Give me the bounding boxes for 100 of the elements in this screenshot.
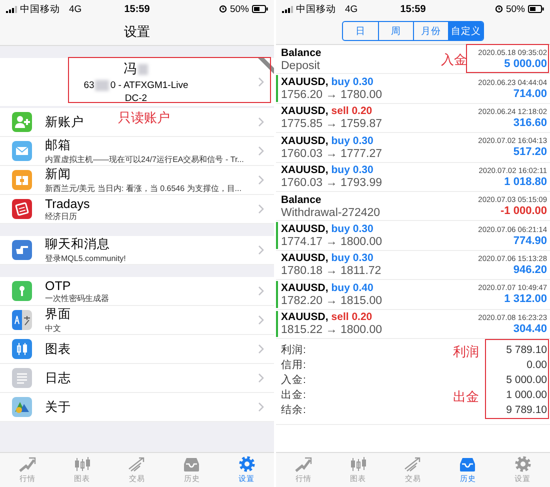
- deal-side: sell 0.20: [331, 105, 372, 118]
- item-title: Tradays: [45, 196, 90, 210]
- settings-item[interactable]: 聊天和消息 登录MQL5.community!: [0, 236, 274, 265]
- candlestick-icon: [74, 456, 91, 472]
- item-subtitle: 中文: [45, 323, 61, 334]
- server-name: DC-2: [124, 93, 148, 104]
- inbox-icon: [459, 456, 476, 472]
- item-title: 新闻: [45, 166, 71, 183]
- chevron-icon: [258, 245, 264, 255]
- chevron-icon: [258, 402, 264, 412]
- trend-arrow-icon: [18, 456, 36, 472]
- period-tab[interactable]: 周: [378, 22, 413, 40]
- account-card[interactable]: 冯 63 0 - ATFXGM1-Live DC-2: [0, 58, 274, 106]
- alarm-icon: [218, 5, 227, 13]
- account-name: 冯: [124, 60, 136, 78]
- settings-item[interactable]: 界面 中文: [0, 306, 274, 335]
- summary-label: 结余:: [281, 403, 306, 418]
- chevron-icon: [258, 286, 264, 296]
- calendar-icon: [12, 199, 32, 219]
- settings-item[interactable]: 图表: [0, 335, 274, 364]
- summary-value: 5 789.10: [506, 344, 547, 356]
- item-title: OTP: [45, 278, 71, 292]
- deal-comment: Deposit: [281, 60, 321, 72]
- period-tab[interactable]: 自定义: [448, 22, 483, 40]
- signal-icon: [282, 6, 293, 12]
- item-subtitle: 内置虚拟主机——现在可以24/7运行EA交易和信号 - Tr...: [45, 154, 244, 165]
- trend-lines-icon: [128, 456, 146, 472]
- summary-label: 出金:: [281, 388, 306, 402]
- period-tab[interactable]: 日: [343, 22, 378, 40]
- settings-icon: [238, 456, 255, 472]
- deal-prices: 1815.22 → 1800.00: [281, 324, 382, 336]
- chevron-icon: [258, 204, 264, 214]
- item-title: 新账户: [45, 114, 84, 130]
- annotation-label: 入金: [441, 51, 467, 69]
- keyhole-icon: [12, 281, 32, 301]
- alarm-icon: [494, 5, 503, 13]
- battery-icon: [252, 5, 268, 13]
- deal-title: Balance: [281, 46, 322, 59]
- deal-amount: 1 312.00: [504, 293, 547, 306]
- deal-title: Balance: [281, 194, 322, 206]
- document-lines-icon: [12, 368, 32, 388]
- summary-value: 5 000.00: [506, 374, 547, 386]
- deal-side: buy 0.40: [331, 282, 374, 294]
- deal-symbol: XAUUSD,: [281, 105, 328, 118]
- chevron-icon: [258, 77, 264, 87]
- annotation-label: 出金: [453, 388, 479, 406]
- settings-item[interactable]: 新闻 新西兰元/美元 当日内: 看涨，当 0.6546 为支撑位，目...: [0, 166, 274, 195]
- chevron-icon: [258, 175, 264, 185]
- deal-amount: 946.20: [513, 264, 547, 276]
- trend-lines-icon: [404, 456, 422, 472]
- deal-amount: 714.00: [513, 88, 547, 100]
- item-subtitle: 新西兰元/美元 当日内: 看涨，当 0.6546 为支撑位，目...: [45, 183, 242, 194]
- deal-amount: 5 000.00: [504, 58, 547, 70]
- deal-prices: 1780.18 → 1811.72: [281, 265, 382, 278]
- network-type: 4G: [69, 4, 82, 14]
- battery-icon: [528, 5, 544, 13]
- settings-item[interactable]: 日志: [0, 364, 274, 393]
- deal-prices: 1760.03 → 1793.99: [281, 177, 382, 190]
- redaction-mark: [95, 80, 110, 91]
- clock-time: 15:59: [400, 4, 426, 14]
- deal-amount: 517.20: [513, 146, 547, 158]
- deal-symbol: XAUUSD,: [281, 134, 328, 147]
- settings-item[interactable]: OTP 一次性密码生成器: [0, 277, 274, 306]
- deal-symbol: XAUUSD,: [281, 282, 328, 294]
- chevron-icon: [258, 117, 264, 127]
- carrier-name: 中国移动: [296, 2, 336, 16]
- deal-symbol: XAUUSD,: [281, 223, 328, 236]
- summary-value: 1 000.00: [506, 389, 547, 402]
- item-title: 聊天和消息: [45, 236, 110, 253]
- summary-value: 0.00: [526, 359, 547, 372]
- settings-item[interactable]: Tradays 经济日历: [0, 195, 274, 224]
- deal-comment: Withdrawal-272420: [281, 206, 380, 219]
- deal-prices: 1760.03 → 1777.27: [281, 148, 382, 160]
- summary-value: 9 789.10: [506, 404, 547, 416]
- clock-time: 15:59: [124, 4, 150, 14]
- language-icon: [12, 310, 32, 330]
- carrier-name: 中国移动: [20, 2, 60, 16]
- deal-prices: 1756.20 → 1780.00: [281, 89, 382, 102]
- book-icon: [12, 170, 32, 190]
- item-title: 图表: [45, 340, 71, 358]
- item-title: 界面: [45, 306, 71, 323]
- redaction-mark: [138, 64, 148, 74]
- settings-item[interactable]: 关于: [0, 393, 274, 422]
- item-subtitle: 一次性密码生成器: [45, 292, 109, 304]
- screen-title: 设置: [124, 22, 150, 40]
- settings-item[interactable]: 邮箱 内置虚拟主机——现在可以24/7运行EA交易和信号 - Tr...: [0, 137, 274, 166]
- chevron-icon: [258, 344, 264, 354]
- deal-side: buy 0.30: [331, 134, 374, 147]
- deal-symbol: XAUUSD,: [281, 164, 328, 176]
- deal-side: buy 0.30: [331, 76, 374, 88]
- chevron-icon: [258, 146, 264, 156]
- deal-side: buy 0.30: [331, 164, 374, 176]
- item-title: 关于: [45, 398, 71, 416]
- inbox-icon: [183, 456, 200, 472]
- trend-arrow-icon: [294, 456, 312, 472]
- deal-symbol: XAUUSD,: [281, 252, 328, 264]
- account-number: 63: [84, 80, 94, 91]
- network-type: 4G: [345, 4, 358, 14]
- deal-amount: 304.40: [513, 322, 547, 335]
- deal-side: sell 0.20: [331, 311, 372, 324]
